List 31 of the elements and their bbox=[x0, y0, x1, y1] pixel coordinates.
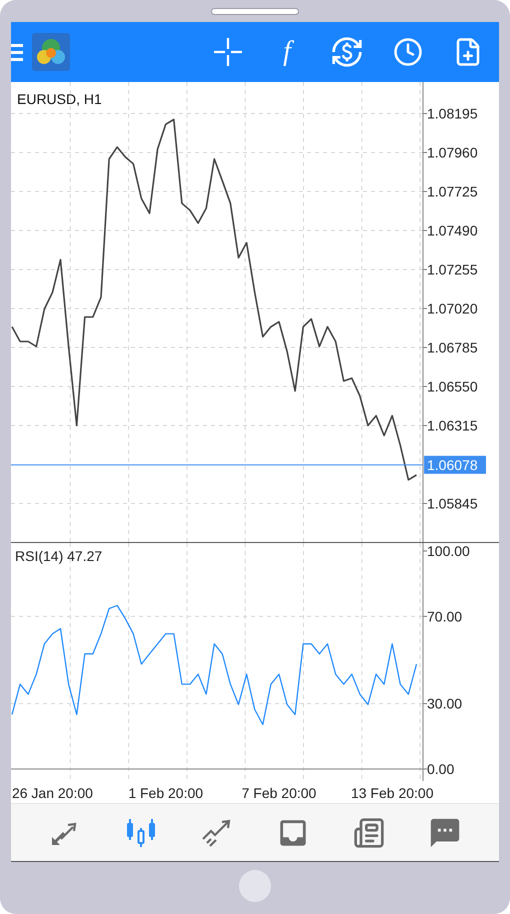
current-price-label: 1.06078 bbox=[424, 456, 486, 474]
newspaper-icon[interactable] bbox=[353, 816, 385, 848]
axis-label: 1 Feb 20:00 bbox=[128, 785, 204, 801]
axis-label: 1.06785 bbox=[427, 340, 478, 356]
chart-title: EURUSD, H1 bbox=[17, 91, 102, 107]
axis-label: 26 Jan 20:00 bbox=[12, 785, 93, 801]
axis-label: 1.06550 bbox=[427, 378, 478, 394]
chart-title: RSI(14) 47.27 bbox=[15, 548, 102, 564]
trend-arrow-icon[interactable] bbox=[201, 818, 233, 846]
indicators-button[interactable]: f bbox=[273, 38, 301, 66]
axis-label: 1.07490 bbox=[427, 222, 478, 239]
clock-icon[interactable] bbox=[393, 37, 423, 67]
axis-label: 1.07255 bbox=[427, 262, 478, 278]
menu-icon[interactable] bbox=[11, 43, 23, 61]
ref-line-label: 1.06078 bbox=[427, 456, 478, 473]
axis-label: 70.00 bbox=[427, 608, 462, 624]
axis-label: 100.00 bbox=[427, 543, 470, 559]
axis-label: 0.00 bbox=[427, 761, 454, 777]
crosshair-icon[interactable] bbox=[213, 37, 243, 67]
candlestick-icon[interactable] bbox=[125, 818, 157, 848]
logo-icon[interactable] bbox=[32, 33, 70, 71]
axis-label: 1.07725 bbox=[427, 184, 478, 200]
currency-exchange-icon[interactable] bbox=[331, 36, 363, 68]
axis-label: 30.00 bbox=[427, 696, 462, 712]
axis-label: 13 Feb 20:00 bbox=[350, 785, 434, 801]
axis-label: 1.05845 bbox=[427, 496, 478, 512]
axis-label: 1.08195 bbox=[427, 106, 478, 122]
axis-label: 1.06315 bbox=[427, 418, 478, 434]
axis-label: 7 Feb 20:00 bbox=[242, 785, 316, 801]
axis-label: 1.07960 bbox=[427, 144, 478, 161]
axis-label: 1.07020 bbox=[427, 300, 478, 317]
